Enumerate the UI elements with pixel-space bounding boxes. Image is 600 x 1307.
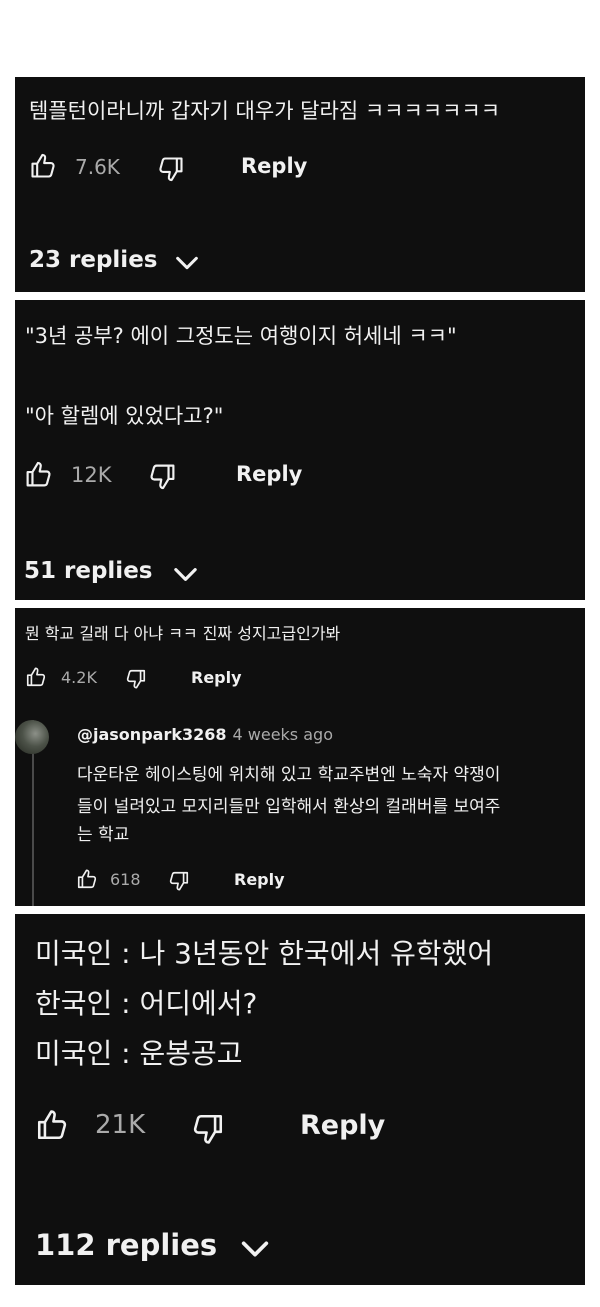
reply-button[interactable]: Reply — [300, 1110, 385, 1141]
reply-text-line: 다운타운 헤이스팅에 위치해 있고 학교주변엔 노숙자 약쟁이 — [77, 765, 501, 785]
like-count: 7.6K — [75, 155, 120, 179]
comment-text-line: 미국인 : 나 3년동안 한국에서 유학했어 — [35, 937, 494, 970]
chevron-down-icon[interactable] — [171, 560, 200, 589]
thumbs-up-icon[interactable] — [35, 1108, 69, 1142]
thumbs-down-icon[interactable] — [157, 155, 185, 183]
view-replies-button[interactable]: 112 replies — [35, 1228, 217, 1262]
reply-handle[interactable]: @jasonpark3268 — [77, 725, 227, 744]
like-count: 21K — [95, 1110, 146, 1140]
view-replies-button[interactable]: 51 replies — [24, 558, 152, 584]
like-count: 12K — [71, 463, 112, 487]
comment-text: 뭔 학교 길래 다 아냐 ㅋㅋ 진짜 성지고급인가봐 — [25, 624, 341, 643]
reply-text-line: 는 학교 — [77, 825, 130, 845]
thumbs-down-icon[interactable] — [148, 462, 177, 491]
comment-card: "3년 공부? 에이 그정도는 여행이지 허세네 ㅋㅋ" "아 할렘에 있었다고… — [15, 300, 585, 600]
comment-card: 뭔 학교 길래 다 아냐 ㅋㅋ 진짜 성지고급인가봐 4.2K Reply @j… — [15, 608, 585, 906]
thumbs-up-icon[interactable] — [29, 152, 57, 180]
comment-card: 미국인 : 나 3년동안 한국에서 유학했어 한국인 : 어디에서? 미국인 :… — [15, 914, 585, 1285]
thumbs-down-icon[interactable] — [125, 668, 147, 690]
chevron-down-icon[interactable] — [173, 249, 201, 277]
like-count: 618 — [110, 870, 141, 889]
comment-text-line: "아 할렘에 있었다고?" — [25, 404, 224, 428]
reply-button[interactable]: Reply — [191, 668, 242, 687]
thumbs-up-icon[interactable] — [76, 868, 98, 890]
comment-text-line: "3년 공부? 에이 그정도는 여행이지 허세네 ㅋㅋ" — [25, 324, 457, 348]
reply-timestamp: 4 weeks ago — [232, 725, 333, 744]
comment-card: 템플턴이라니까 갑자기 대우가 달라짐 ㅋㅋㅋㅋㅋㅋㅋ 7.6K Reply 2… — [15, 77, 585, 292]
thumbs-down-icon[interactable] — [191, 1112, 225, 1146]
reply-text-line: 들이 널려있고 모지리들만 입학해서 환상의 컬래버를 보여주 — [77, 797, 501, 817]
reply-button[interactable]: Reply — [236, 462, 302, 486]
thumbs-down-icon[interactable] — [168, 870, 190, 892]
thumbs-up-icon[interactable] — [24, 460, 53, 489]
thumbs-up-icon[interactable] — [25, 666, 47, 688]
like-count: 4.2K — [61, 668, 97, 687]
comment-text-line: 미국인 : 운봉공고 — [35, 1037, 243, 1070]
comment-text: 템플턴이라니까 갑자기 대우가 달라짐 ㅋㅋㅋㅋㅋㅋㅋ — [29, 99, 501, 123]
comment-text-line: 한국인 : 어디에서? — [35, 987, 258, 1020]
avatar[interactable] — [15, 720, 49, 754]
view-replies-button[interactable]: 23 replies — [29, 247, 157, 273]
reply-button[interactable]: Reply — [234, 870, 285, 889]
reply-author[interactable]: @jasonpark3268 4 weeks ago — [77, 725, 333, 744]
chevron-down-icon[interactable] — [238, 1232, 272, 1266]
reply-button[interactable]: Reply — [241, 154, 307, 178]
